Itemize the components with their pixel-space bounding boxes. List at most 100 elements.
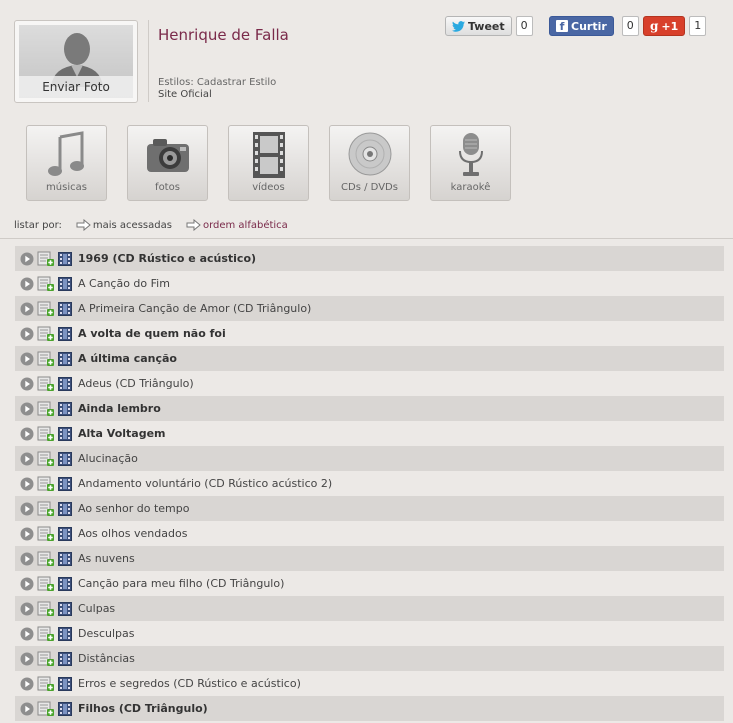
play-icon[interactable]: [20, 252, 34, 266]
song-title[interactable]: Alta Voltagem: [78, 427, 166, 440]
video-icon[interactable]: [58, 476, 72, 491]
play-icon[interactable]: [20, 352, 34, 366]
play-icon[interactable]: [20, 427, 34, 441]
song-title[interactable]: Canção para meu filho (CD Triângulo): [78, 577, 284, 590]
play-icon[interactable]: [20, 602, 34, 616]
song-title[interactable]: 1969 (CD Rústico e acústico): [78, 252, 256, 265]
play-icon[interactable]: [20, 277, 34, 291]
video-icon[interactable]: [58, 301, 72, 316]
upload-photo-button[interactable]: Enviar Foto: [19, 76, 133, 98]
video-icon[interactable]: [58, 501, 72, 516]
video-icon[interactable]: [58, 426, 72, 441]
video-icon[interactable]: [58, 676, 72, 691]
add-to-playlist-icon[interactable]: [37, 426, 55, 442]
add-to-playlist-icon[interactable]: [37, 401, 55, 417]
add-to-playlist-icon[interactable]: [37, 326, 55, 342]
video-icon[interactable]: [58, 276, 72, 291]
song-title[interactable]: A Canção do Fim: [78, 277, 170, 290]
song-title[interactable]: Distâncias: [78, 652, 135, 665]
tile-fotos[interactable]: fotos: [127, 125, 208, 201]
play-icon[interactable]: [20, 452, 34, 466]
song-title[interactable]: Ainda lembro: [78, 402, 161, 415]
song-title[interactable]: A última canção: [78, 352, 177, 365]
song-row[interactable]: As nuvens: [15, 546, 724, 571]
song-row[interactable]: Distâncias: [15, 646, 724, 671]
video-icon[interactable]: [58, 576, 72, 591]
song-title[interactable]: Alucinação: [78, 452, 138, 465]
song-row[interactable]: Erros e segredos (CD Rústico e acústico): [15, 671, 724, 696]
video-icon[interactable]: [58, 351, 72, 366]
play-icon[interactable]: [20, 627, 34, 641]
song-row[interactable]: A volta de quem não foi: [15, 321, 724, 346]
video-icon[interactable]: [58, 601, 72, 616]
song-title[interactable]: Filhos (CD Triângulo): [78, 702, 208, 715]
video-icon[interactable]: [58, 526, 72, 541]
play-icon[interactable]: [20, 527, 34, 541]
song-title[interactable]: Adeus (CD Triângulo): [78, 377, 194, 390]
song-row[interactable]: A Canção do Fim: [15, 271, 724, 296]
add-to-playlist-icon[interactable]: [37, 351, 55, 367]
video-icon[interactable]: [58, 401, 72, 416]
tweet-button[interactable]: Tweet: [445, 16, 512, 36]
add-to-playlist-icon[interactable]: [37, 276, 55, 292]
video-icon[interactable]: [58, 651, 72, 666]
add-to-playlist-icon[interactable]: [37, 551, 55, 567]
gplus-button[interactable]: g +1: [643, 16, 686, 36]
song-title[interactable]: Culpas: [78, 602, 115, 615]
add-to-playlist-icon[interactable]: [37, 526, 55, 542]
song-title[interactable]: Aos olhos vendados: [78, 527, 187, 540]
song-title[interactable]: Erros e segredos (CD Rústico e acústico): [78, 677, 301, 690]
song-row[interactable]: Canção para meu filho (CD Triângulo): [15, 571, 724, 596]
sort-most-accessed[interactable]: mais acessadas: [76, 219, 172, 231]
song-title[interactable]: A Primeira Canção de Amor (CD Triângulo): [78, 302, 311, 315]
song-row[interactable]: Filhos (CD Triângulo): [15, 696, 724, 721]
song-row[interactable]: A Primeira Canção de Amor (CD Triângulo): [15, 296, 724, 321]
play-icon[interactable]: [20, 652, 34, 666]
song-row[interactable]: Alta Voltagem: [15, 421, 724, 446]
song-title[interactable]: Andamento voluntário (CD Rústico acústic…: [78, 477, 332, 490]
add-to-playlist-icon[interactable]: [37, 651, 55, 667]
add-to-playlist-icon[interactable]: [37, 676, 55, 692]
song-row[interactable]: Ainda lembro: [15, 396, 724, 421]
song-row[interactable]: Culpas: [15, 596, 724, 621]
add-to-playlist-icon[interactable]: [37, 301, 55, 317]
tile-karaoke[interactable]: karaokê: [430, 125, 511, 201]
add-style-link[interactable]: Cadastrar Estilo: [197, 77, 276, 88]
tile-videos[interactable]: vídeos: [228, 125, 309, 201]
add-to-playlist-icon[interactable]: [37, 626, 55, 642]
official-site-link[interactable]: Site Oficial: [158, 89, 212, 100]
play-icon[interactable]: [20, 502, 34, 516]
song-row[interactable]: Adeus (CD Triângulo): [15, 371, 724, 396]
artist-photo[interactable]: Enviar Foto: [14, 20, 138, 103]
add-to-playlist-icon[interactable]: [37, 451, 55, 467]
song-row[interactable]: A última canção: [15, 346, 724, 371]
play-icon[interactable]: [20, 302, 34, 316]
add-to-playlist-icon[interactable]: [37, 576, 55, 592]
play-icon[interactable]: [20, 702, 34, 716]
play-icon[interactable]: [20, 577, 34, 591]
video-icon[interactable]: [58, 701, 72, 716]
video-icon[interactable]: [58, 551, 72, 566]
song-title[interactable]: Ao senhor do tempo: [78, 502, 189, 515]
play-icon[interactable]: [20, 477, 34, 491]
add-to-playlist-icon[interactable]: [37, 376, 55, 392]
video-icon[interactable]: [58, 451, 72, 466]
song-row[interactable]: 1969 (CD Rústico e acústico): [15, 246, 724, 271]
song-row[interactable]: Alucinação: [15, 446, 724, 471]
sort-alphabetical[interactable]: ordem alfabética: [186, 219, 288, 231]
tile-musicas[interactable]: músicas: [26, 125, 107, 201]
tile-cds-dvds[interactable]: CDs / DVDs: [329, 125, 410, 201]
song-title[interactable]: A volta de quem não foi: [78, 327, 226, 340]
video-icon[interactable]: [58, 376, 72, 391]
play-icon[interactable]: [20, 327, 34, 341]
play-icon[interactable]: [20, 677, 34, 691]
song-title[interactable]: Desculpas: [78, 627, 135, 640]
play-icon[interactable]: [20, 552, 34, 566]
song-row[interactable]: Aos olhos vendados: [15, 521, 724, 546]
add-to-playlist-icon[interactable]: [37, 501, 55, 517]
add-to-playlist-icon[interactable]: [37, 251, 55, 267]
song-row[interactable]: Andamento voluntário (CD Rústico acústic…: [15, 471, 724, 496]
video-icon[interactable]: [58, 326, 72, 341]
song-row[interactable]: Desculpas: [15, 621, 724, 646]
facebook-like-button[interactable]: f Curtir: [549, 16, 614, 36]
